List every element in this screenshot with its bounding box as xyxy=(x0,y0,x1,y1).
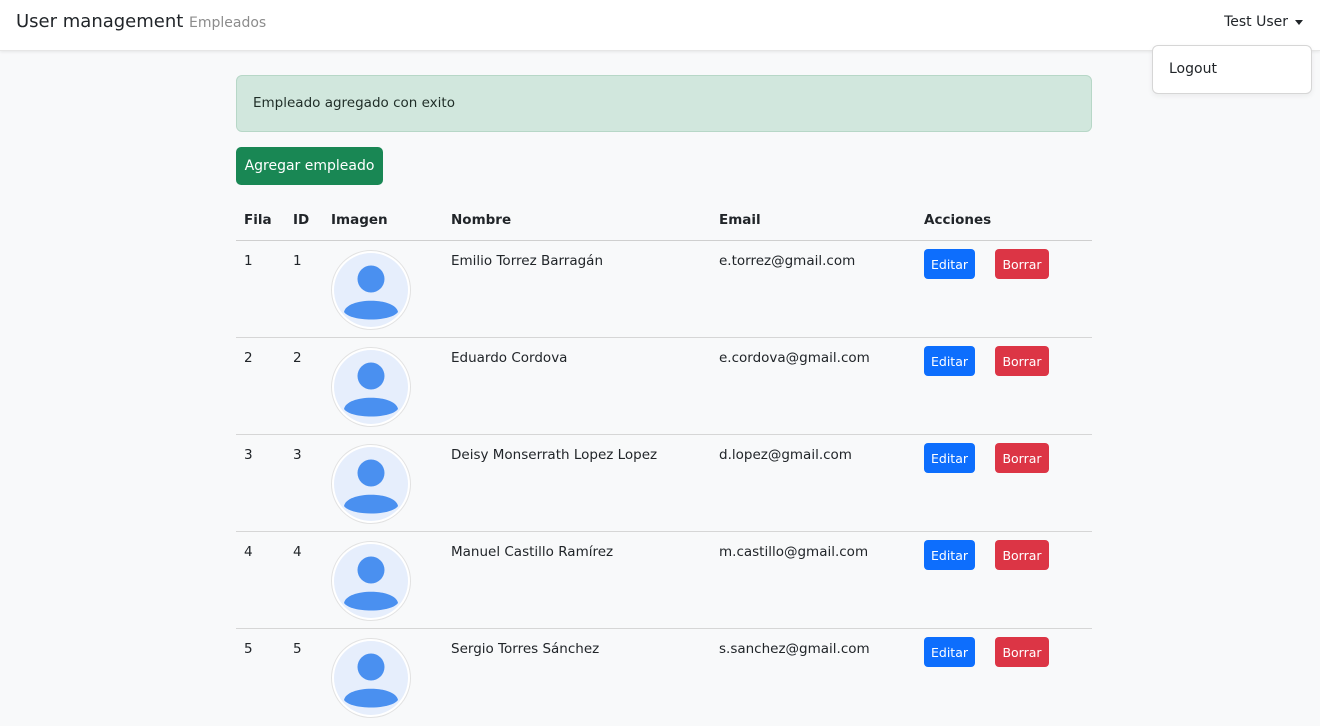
edit-button[interactable]: Editar xyxy=(924,346,975,376)
table-row: 4 4 Manuel Castillo Ramírez m.castillo@g… xyxy=(236,532,1092,629)
row-actions: Editar Borrar xyxy=(924,443,1049,473)
brand[interactable]: User management xyxy=(16,11,183,32)
cell-email: s.sanchez@gmail.com xyxy=(719,641,870,657)
header-acciones: Acciones xyxy=(924,212,992,228)
table-header: Fila ID Imagen Nombre Email Acciones xyxy=(236,200,1092,241)
cell-nombre: Manuel Castillo Ramírez xyxy=(451,544,614,560)
delete-button[interactable]: Borrar xyxy=(995,637,1049,667)
delete-button[interactable]: Borrar xyxy=(995,346,1049,376)
cell-fila: 3 xyxy=(244,447,253,463)
cell-fila: 1 xyxy=(244,253,253,269)
success-alert: Empleado agregado con exito xyxy=(236,75,1092,132)
avatar xyxy=(331,638,411,718)
user-dropdown-menu: Logout xyxy=(1152,45,1312,94)
row-actions: Editar Borrar xyxy=(924,346,1049,376)
row-actions: Editar Borrar xyxy=(924,637,1049,667)
avatar xyxy=(331,250,411,330)
table-row: 3 3 Deisy Monserrath Lopez Lopez d.lopez… xyxy=(236,435,1092,532)
cell-fila: 2 xyxy=(244,350,253,366)
cell-email: m.castillo@gmail.com xyxy=(719,544,869,560)
delete-button[interactable]: Borrar xyxy=(995,249,1049,279)
cell-nombre: Sergio Torres Sánchez xyxy=(451,641,600,657)
header-fila: Fila xyxy=(244,212,272,228)
logout-item[interactable]: Logout xyxy=(1169,61,1217,77)
employees-table: Fila ID Imagen Nombre Email Acciones 1 1… xyxy=(236,200,1092,726)
nav-link-empleados[interactable]: Empleados xyxy=(189,15,266,31)
edit-button[interactable]: Editar xyxy=(924,540,975,570)
navbar: User management Empleados Test User xyxy=(0,0,1320,51)
user-avatar-icon xyxy=(334,253,408,327)
cell-id: 3 xyxy=(293,447,302,463)
add-employee-button[interactable]: Agregar empleado xyxy=(236,147,383,185)
avatar xyxy=(331,444,411,524)
cell-fila: 5 xyxy=(244,641,253,657)
user-avatar-icon xyxy=(334,641,408,715)
user-name: Test User xyxy=(1224,14,1288,30)
delete-button[interactable]: Borrar xyxy=(995,443,1049,473)
alert-message: Empleado agregado con exito xyxy=(253,95,455,111)
caret-down-icon xyxy=(1295,19,1303,25)
edit-button[interactable]: Editar xyxy=(924,637,975,667)
cell-nombre: Emilio Torrez Barragán xyxy=(451,253,604,269)
avatar xyxy=(331,541,411,621)
cell-fila: 4 xyxy=(244,544,253,560)
cell-email: d.lopez@gmail.com xyxy=(719,447,852,463)
table-row: 2 2 Eduardo Cordova e.cordova@gmail.com … xyxy=(236,338,1092,435)
cell-id: 4 xyxy=(293,544,302,560)
cell-email: e.cordova@gmail.com xyxy=(719,350,870,366)
table-row: 1 1 Emilio Torrez Barragán e.torrez@gmai… xyxy=(236,241,1092,338)
header-id: ID xyxy=(293,212,310,228)
cell-email: e.torrez@gmail.com xyxy=(719,253,856,269)
user-avatar-icon xyxy=(334,544,408,618)
user-menu-toggle[interactable]: Test User xyxy=(1224,14,1303,30)
header-imagen: Imagen xyxy=(331,212,388,228)
avatar xyxy=(331,347,411,427)
table-row: 5 5 Sergio Torres Sánchez s.sanchez@gmai… xyxy=(236,629,1092,726)
cell-id: 2 xyxy=(293,350,302,366)
row-actions: Editar Borrar xyxy=(924,249,1049,279)
cell-nombre: Deisy Monserrath Lopez Lopez xyxy=(451,447,658,463)
edit-button[interactable]: Editar xyxy=(924,249,975,279)
cell-id: 5 xyxy=(293,641,302,657)
user-avatar-icon xyxy=(334,350,408,424)
delete-button[interactable]: Borrar xyxy=(995,540,1049,570)
row-actions: Editar Borrar xyxy=(924,540,1049,570)
header-email: Email xyxy=(719,212,761,228)
edit-button[interactable]: Editar xyxy=(924,443,975,473)
user-avatar-icon xyxy=(334,447,408,521)
cell-nombre: Eduardo Cordova xyxy=(451,350,568,366)
cell-id: 1 xyxy=(293,253,302,269)
header-nombre: Nombre xyxy=(451,212,512,228)
